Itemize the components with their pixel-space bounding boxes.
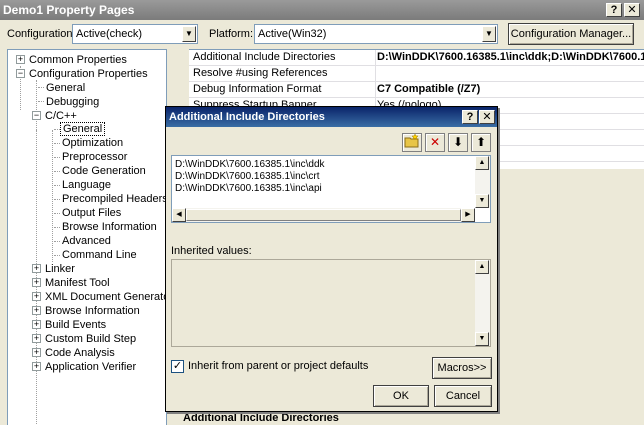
tree-item-custom-build-step[interactable]: Custom Build Step	[45, 332, 136, 346]
scroll-down-icon[interactable]: ▼	[475, 332, 489, 346]
description-title: Additional Include Directories	[183, 412, 339, 424]
chevron-down-icon[interactable]: ▼	[482, 26, 496, 42]
arrow-up-icon: ⬆	[475, 135, 487, 149]
expand-icon[interactable]: +	[32, 334, 41, 343]
expand-icon[interactable]: +	[32, 278, 41, 287]
tree-item-code-generation[interactable]: Code Generation	[62, 164, 146, 178]
tree-item-linker[interactable]: Linker	[45, 262, 75, 276]
tree-item-browse-information[interactable]: Browse Information	[62, 220, 157, 234]
grid-row-name: Debug Information Format	[193, 83, 322, 95]
tree-item-manifest-tool[interactable]: Manifest Tool	[45, 276, 110, 290]
tree-item-command-line[interactable]: Command Line	[62, 248, 137, 262]
scroll-right-icon[interactable]: ▶	[461, 208, 475, 222]
help-button[interactable]: ?	[606, 3, 622, 17]
inherit-checkbox-label[interactable]: Inherit from parent or project defaults	[188, 360, 368, 372]
chevron-down-icon[interactable]: ▼	[182, 26, 196, 42]
help-button[interactable]: ?	[462, 110, 478, 124]
scroll-up-icon[interactable]: ▲	[475, 156, 489, 170]
description-strip: Additional Include Directories	[175, 412, 644, 425]
tree-item-common-properties[interactable]: Common Properties	[29, 53, 127, 67]
expand-icon[interactable]: +	[32, 362, 41, 371]
scroll-left-icon[interactable]: ◀	[172, 208, 186, 222]
tree-item-cpp[interactable]: C/C++	[45, 109, 77, 123]
arrow-down-icon: ⬇	[452, 135, 464, 149]
tree-item-output-files[interactable]: Output Files	[62, 206, 121, 220]
move-up-button[interactable]: ⬆	[471, 133, 491, 152]
cancel-button[interactable]: Cancel	[434, 385, 492, 407]
configuration-value: Active(check)	[76, 28, 143, 40]
grid-row[interactable]: Additional Include Directories D:\WinDDK…	[189, 50, 644, 66]
grid-row-value[interactable]: D:\WinDDK\7600.16385.1\inc\ddk;D:\WinDDK…	[377, 50, 644, 65]
new-folder-icon	[404, 133, 419, 148]
include-directories-dialog[interactable]: Additional Include Directories ? ✕ ✕ ⬇ ⬆…	[165, 106, 498, 412]
tree-item-label: General	[60, 122, 106, 136]
tree-item-precompiled-headers[interactable]: Precompiled Headers	[62, 192, 166, 206]
directories-list[interactable]: D:\WinDDK\7600.16385.1\inc\ddk D:\WinDDK…	[171, 155, 491, 223]
macros-button[interactable]: Macros>>	[432, 357, 492, 379]
grid-row[interactable]: Debug Information Format C7 Compatible (…	[189, 82, 644, 98]
expand-icon[interactable]: +	[32, 264, 41, 273]
dialog-title: Additional Include Directories	[169, 111, 325, 123]
tree-item-application-verifier[interactable]: Application Verifier	[45, 360, 136, 374]
main-title-bar[interactable]: Demo1 Property Pages ? ✕	[0, 0, 644, 20]
configuration-manager-button[interactable]: Configuration Manager...	[508, 23, 634, 45]
tree-item-configuration-properties[interactable]: Configuration Properties	[29, 67, 148, 81]
configuration-combo[interactable]: Active(check) ▼	[72, 24, 198, 44]
inherit-checkbox[interactable]: ✓	[171, 360, 184, 373]
expand-icon[interactable]: +	[32, 348, 41, 357]
tree-item-optimization[interactable]: Optimization	[62, 136, 123, 150]
scroll-up-icon[interactable]: ▲	[475, 260, 489, 274]
ok-button[interactable]: OK	[373, 385, 429, 407]
tree-item-build-events[interactable]: Build Events	[45, 318, 106, 332]
tree-item-language[interactable]: Language	[62, 178, 111, 192]
tree-item-general[interactable]: General	[46, 81, 85, 95]
configuration-label: Configuration:	[7, 28, 76, 40]
dialog-title-bar[interactable]: Additional Include Directories ? ✕	[166, 107, 497, 127]
check-icon: ✓	[172, 360, 183, 372]
window-title: Demo1 Property Pages	[3, 3, 135, 17]
expand-icon[interactable]: +	[16, 55, 25, 64]
horizontal-scroll-thumb[interactable]	[186, 209, 461, 221]
grid-row[interactable]: Resolve #using References	[189, 66, 644, 82]
close-button[interactable]: ✕	[479, 110, 495, 124]
property-tree[interactable]: + Common Properties − Configuration Prop…	[7, 49, 167, 425]
close-button[interactable]: ✕	[624, 3, 640, 17]
collapse-icon[interactable]: −	[32, 111, 41, 120]
platform-value: Active(Win32)	[258, 28, 327, 40]
move-down-button[interactable]: ⬇	[448, 133, 468, 152]
grid-row-value[interactable]: C7 Compatible (/Z7)	[377, 82, 644, 97]
expand-icon[interactable]: +	[32, 306, 41, 315]
delete-icon: ✕	[429, 135, 441, 149]
tree-item-cpp-general[interactable]: General	[60, 122, 106, 136]
tree-item-code-analysis[interactable]: Code Analysis	[45, 346, 115, 360]
list-item[interactable]: D:\WinDDK\7600.16385.1\inc\ddk	[175, 159, 325, 171]
scroll-down-icon[interactable]: ▼	[475, 194, 489, 208]
list-item[interactable]: D:\WinDDK\7600.16385.1\inc\api	[175, 183, 322, 195]
collapse-icon[interactable]: −	[16, 69, 25, 78]
tree-item-debugging[interactable]: Debugging	[46, 95, 99, 109]
tree-item-browse-information-2[interactable]: Browse Information	[45, 304, 140, 318]
platform-combo[interactable]: Active(Win32) ▼	[254, 24, 498, 44]
list-item[interactable]: D:\WinDDK\7600.16385.1\inc\crt	[175, 171, 320, 183]
new-folder-button[interactable]	[402, 133, 422, 152]
tree-item-preprocessor[interactable]: Preprocessor	[62, 150, 127, 164]
inherited-values-label: Inherited values:	[171, 245, 252, 257]
expand-icon[interactable]: +	[32, 292, 41, 301]
grid-row-name: Additional Include Directories	[193, 51, 336, 63]
expand-icon[interactable]: +	[32, 320, 41, 329]
tree-item-advanced[interactable]: Advanced	[62, 234, 111, 248]
platform-label: Platform:	[209, 28, 254, 40]
tree-item-xml-document-generator[interactable]: XML Document Generator	[45, 290, 166, 304]
delete-button[interactable]: ✕	[425, 133, 445, 152]
inherited-values-list: ▲ ▼	[171, 259, 491, 347]
grid-row-name: Resolve #using References	[193, 67, 328, 79]
